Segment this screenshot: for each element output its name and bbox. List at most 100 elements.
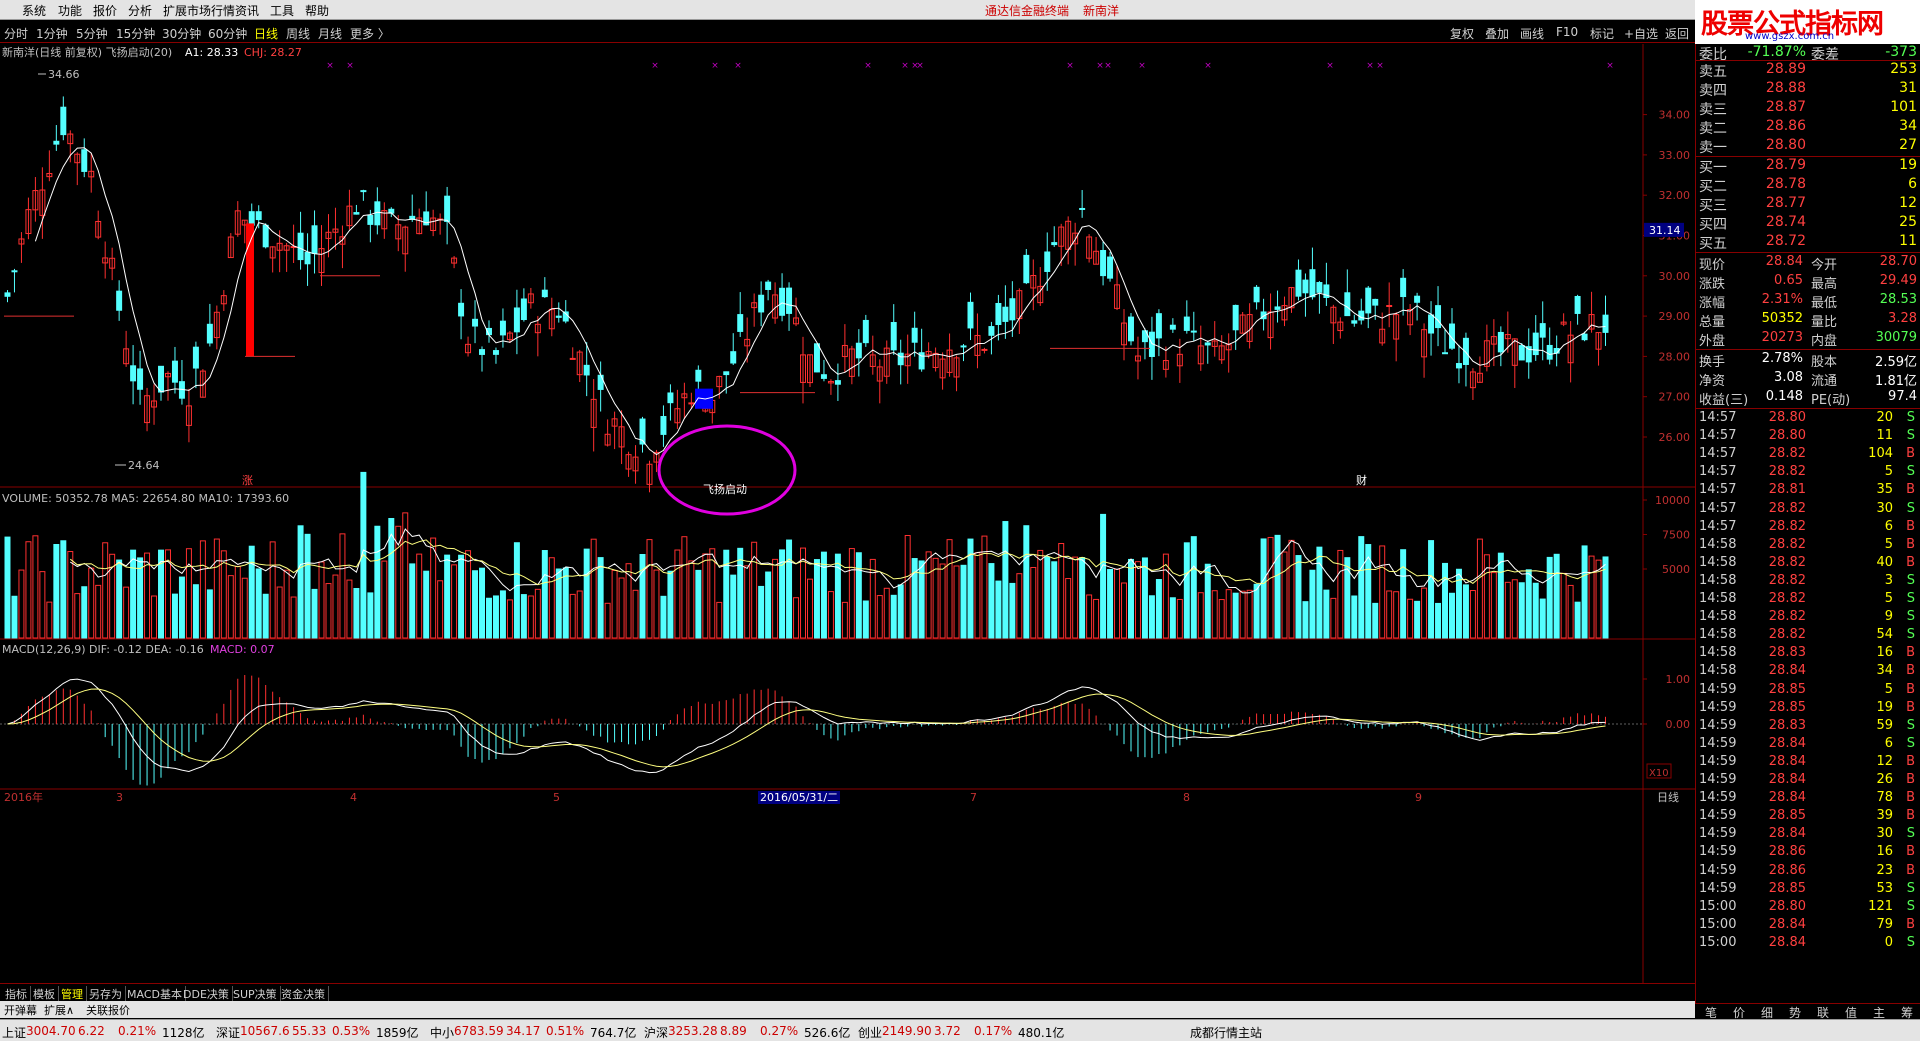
volume-bar (1044, 556, 1051, 639)
tick-row: 14:58 28.82 40 B (1696, 555, 1920, 573)
period-toolbar: 分时 1分钟 5分钟 15分钟 30分钟 60分钟 日线 周线 月线 更多 〉 … (0, 21, 1695, 43)
candle-body (1574, 295, 1581, 314)
candle-body (813, 343, 820, 373)
candle-body (723, 371, 730, 376)
stat-row: 外盘 20273 内盘 30079 (1696, 330, 1920, 349)
tick-price: 28.83 (1768, 645, 1806, 661)
volume-tick-label: 5000 (1662, 563, 1690, 576)
index-value: 6783.59 (454, 1024, 504, 1038)
macd-tick-label: 1.00 (1666, 673, 1691, 686)
signal-x-marker: × (864, 61, 872, 71)
tick-direction: B (1906, 536, 1915, 552)
add-watchlist-button[interactable]: +自选 (1624, 25, 1658, 42)
tick-direction: B (1906, 916, 1915, 932)
draw-line-button[interactable]: 画线 (1520, 25, 1544, 42)
volume-bar (11, 595, 18, 639)
volume-bar (1155, 579, 1162, 639)
tick-direction: S (1906, 428, 1915, 444)
bid-row[interactable]: 买三 28.77 12 (1696, 195, 1920, 214)
period-intraday[interactable]: 分时 (4, 25, 28, 42)
back-button[interactable]: 返回 (1665, 25, 1689, 42)
bid-row[interactable]: 买一 28.79 19 (1696, 157, 1920, 176)
indicator-tab[interactable]: 另存为 (86, 986, 126, 1002)
candle-body (730, 351, 737, 364)
period-5min[interactable]: 5分钟 (76, 25, 108, 42)
volume-bar (1183, 542, 1190, 639)
indicator-tab[interactable]: 模板 (30, 986, 59, 1002)
tick-volume: 78 (1876, 790, 1893, 806)
ask-row[interactable]: 卖三 28.87 101 (1696, 99, 1920, 118)
ask-price: 28.89 (1765, 61, 1806, 77)
menu-system[interactable]: 系统 (22, 2, 46, 19)
menu-news[interactable]: 资讯 (235, 2, 259, 19)
period-60min[interactable]: 60分钟 (208, 25, 247, 42)
tick-volume: 5 (1884, 681, 1893, 697)
tick-time: 14:59 (1699, 808, 1737, 824)
tick-price: 28.82 (1768, 554, 1806, 570)
ask-row[interactable]: 卖一 28.80 27 (1696, 137, 1920, 156)
period-daily[interactable]: 日线 (254, 25, 278, 42)
menu-function[interactable]: 功能 (58, 2, 82, 19)
indicator-tab[interactable]: SUP决策 (230, 986, 281, 1002)
tick-time: 14:59 (1699, 790, 1737, 806)
period-weekly[interactable]: 周线 (286, 25, 310, 42)
signal-x-marker: × (1376, 61, 1384, 71)
bid-row[interactable]: 买五 28.72 11 (1696, 233, 1920, 252)
bid-label: 买五 (1699, 236, 1727, 252)
tick-direction: B (1906, 681, 1915, 697)
volume-bar (409, 563, 416, 639)
candle-body (1344, 292, 1351, 317)
tick-price: 28.82 (1768, 536, 1806, 552)
menu-extended-market[interactable]: 扩展市场行情 (163, 2, 235, 19)
period-monthly[interactable]: 月线 (318, 25, 342, 42)
candle-body (479, 349, 485, 355)
menu-help[interactable]: 帮助 (305, 2, 329, 19)
chart-area[interactable]: 新南洋(日线 前复权) 飞扬启动(20) A1: 28.33 CHJ: 28.27 3… (0, 44, 1695, 983)
menu-quote[interactable]: 报价 (93, 2, 117, 19)
tick-row: 14:58 28.84 34 B (1696, 663, 1920, 681)
volume-bar (4, 536, 11, 639)
ask-row[interactable]: 卖五 28.89 253 (1696, 61, 1920, 80)
volume-bar (960, 564, 967, 639)
period-30min[interactable]: 30分钟 (162, 25, 201, 42)
period-15min[interactable]: 15分钟 (116, 25, 155, 42)
bid-row[interactable]: 买四 28.74 25 (1696, 214, 1920, 233)
tick-price: 28.85 (1768, 880, 1806, 896)
indicator-tab[interactable]: DDE决策 (180, 986, 233, 1002)
volume-bar (862, 600, 869, 639)
tick-direction: B (1906, 663, 1915, 679)
tick-time: 14:58 (1699, 536, 1737, 552)
volume-bar (1532, 582, 1539, 639)
overlay-button[interactable]: 叠加 (1485, 25, 1509, 42)
restore-button[interactable]: 复权 (1450, 25, 1474, 42)
f10-button[interactable]: F10 (1556, 25, 1578, 39)
mark-button[interactable]: 标记 (1590, 25, 1614, 42)
ask-price: 28.87 (1765, 99, 1806, 115)
feiyang-annotation: 飞扬启动 (703, 482, 747, 496)
server-site[interactable]: 成都行情主站 (1190, 1024, 1262, 1041)
menu-analysis[interactable]: 分析 (128, 2, 152, 19)
volume-bar (1274, 534, 1281, 639)
period-1min[interactable]: 1分钟 (36, 25, 68, 42)
volume-bar (520, 594, 527, 639)
extra-tab[interactable]: 扩展∧ (44, 1002, 74, 1018)
indicator-tab[interactable]: 资金决策 (278, 986, 329, 1002)
period-more[interactable]: 更多 〉 (350, 25, 390, 42)
extra-tab[interactable]: 关联报价 (86, 1002, 130, 1018)
indicator-tab[interactable]: 指标 (2, 986, 31, 1002)
ask-row[interactable]: 卖二 28.86 34 (1696, 118, 1920, 137)
volume-bar (1141, 557, 1148, 639)
indicator-tab[interactable]: 管理 (58, 986, 87, 1002)
site-logo: 股票公式指标网 www.gszx.com.cn (1695, 0, 1920, 44)
volume-bar (1462, 584, 1469, 639)
volume-bar (1602, 556, 1609, 639)
bid-row[interactable]: 买二 28.78 6 (1696, 176, 1920, 195)
extra-tab[interactable]: 开弹幕 (4, 1002, 37, 1018)
tick-volume: 30 (1876, 826, 1893, 842)
stat-row: 涨幅 2.31% 最低 28.53 (1696, 292, 1920, 311)
ask-volume: 31 (1899, 80, 1917, 96)
menu-tools[interactable]: 工具 (270, 2, 294, 19)
tick-direction: B (1906, 554, 1915, 570)
indicator-tab[interactable]: MACD基本 (124, 986, 186, 1002)
ask-row[interactable]: 卖四 28.88 31 (1696, 80, 1920, 99)
